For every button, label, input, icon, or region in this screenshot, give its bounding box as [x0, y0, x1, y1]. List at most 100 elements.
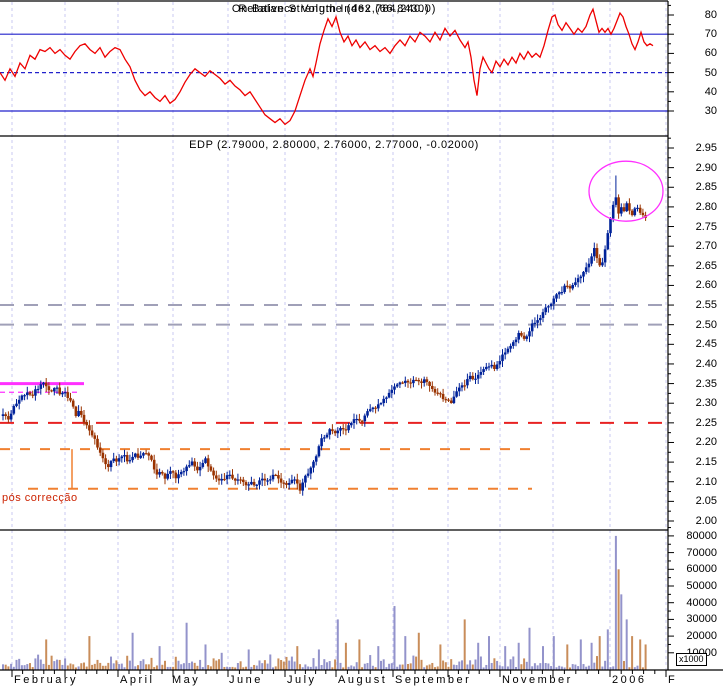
volume-bar[interactable] — [301, 667, 304, 670]
volume-bar[interactable] — [455, 665, 458, 670]
candle[interactable] — [341, 424, 345, 435]
candle[interactable] — [385, 396, 388, 404]
volume-bar[interactable] — [412, 655, 415, 670]
volume-bar[interactable] — [633, 667, 636, 670]
volume-bar[interactable] — [401, 664, 404, 670]
volume-bar[interactable] — [523, 658, 526, 670]
volume-bar[interactable] — [482, 667, 485, 670]
volume-bar[interactable] — [623, 660, 625, 670]
candle[interactable] — [144, 449, 148, 455]
candle[interactable] — [93, 432, 97, 445]
volume-bar[interactable] — [185, 622, 188, 670]
volume-bar[interactable] — [142, 659, 145, 670]
candle[interactable] — [250, 476, 253, 486]
candle[interactable] — [641, 208, 645, 219]
candle[interactable] — [88, 420, 91, 436]
volume-bar[interactable] — [253, 664, 256, 670]
candle[interactable] — [601, 257, 604, 267]
volume-bar[interactable] — [436, 666, 439, 670]
candle[interactable] — [301, 478, 304, 496]
volume-bar[interactable] — [488, 636, 490, 670]
volume-bar[interactable] — [104, 665, 107, 670]
candle[interactable] — [579, 274, 583, 284]
candle[interactable] — [166, 469, 169, 481]
volume-bar[interactable] — [542, 646, 544, 670]
candle[interactable] — [471, 372, 475, 381]
candle[interactable] — [474, 372, 477, 384]
volume-bar[interactable] — [577, 666, 580, 670]
candle[interactable] — [368, 404, 372, 413]
volume-bar[interactable] — [77, 666, 80, 670]
volume-bar[interactable] — [644, 644, 647, 670]
candle[interactable] — [517, 330, 520, 344]
volume-bar[interactable] — [218, 659, 220, 670]
volume-bar[interactable] — [107, 662, 110, 670]
volume-bar[interactable] — [471, 664, 474, 670]
candle[interactable] — [617, 194, 620, 219]
volume-bar[interactable] — [239, 661, 242, 670]
candle[interactable] — [406, 379, 410, 388]
volume-bar[interactable] — [420, 659, 423, 670]
candle[interactable] — [379, 402, 383, 406]
candle[interactable] — [503, 347, 507, 360]
volume-bar[interactable] — [12, 666, 15, 670]
volume-bar[interactable] — [245, 666, 247, 670]
volume-bar[interactable] — [520, 664, 523, 670]
candle[interactable] — [412, 376, 415, 388]
volume-bar[interactable] — [231, 666, 234, 670]
candle[interactable] — [204, 456, 207, 464]
candle[interactable] — [328, 428, 331, 440]
volume-bar[interactable] — [56, 659, 58, 670]
volume-bar[interactable] — [347, 666, 350, 670]
candle[interactable] — [233, 477, 237, 486]
volume-bar[interactable] — [193, 662, 196, 670]
candle[interactable] — [614, 175, 618, 208]
candle[interactable] — [487, 362, 491, 371]
volume-bar[interactable] — [601, 666, 604, 670]
volume-bar[interactable] — [552, 636, 555, 670]
candle[interactable] — [196, 461, 199, 474]
volume-bar[interactable] — [396, 666, 399, 670]
volume-bar[interactable] — [53, 661, 56, 670]
candle[interactable] — [15, 399, 18, 408]
volume-bar[interactable] — [161, 664, 164, 670]
volume-bar[interactable] — [150, 657, 153, 670]
volume-bar[interactable] — [452, 664, 455, 670]
volume-bar[interactable] — [617, 569, 620, 670]
candle[interactable] — [339, 426, 342, 437]
candle[interactable] — [425, 376, 429, 386]
candle[interactable] — [228, 470, 232, 480]
candle[interactable] — [298, 479, 302, 494]
volume-bar[interactable] — [323, 659, 326, 670]
candle[interactable] — [449, 397, 453, 404]
volume-bar[interactable] — [596, 656, 598, 670]
volume-bar[interactable] — [625, 619, 628, 670]
candle[interactable] — [104, 454, 107, 470]
volume-bar[interactable] — [606, 629, 609, 670]
volume-bar[interactable] — [628, 667, 631, 670]
candle[interactable] — [476, 370, 480, 384]
volume-bar[interactable] — [299, 664, 301, 670]
volume-bar[interactable] — [536, 665, 539, 670]
candle[interactable] — [568, 284, 572, 293]
candle[interactable] — [271, 469, 275, 482]
candle[interactable] — [482, 366, 485, 376]
volume-bar[interactable] — [458, 661, 461, 670]
candle[interactable] — [460, 382, 464, 392]
candle[interactable] — [582, 270, 585, 283]
volume-bar[interactable] — [560, 666, 563, 670]
candle[interactable] — [90, 425, 94, 438]
volume-bar[interactable] — [296, 646, 299, 670]
candle[interactable] — [96, 435, 99, 450]
candle[interactable] — [544, 303, 547, 316]
candle[interactable] — [528, 327, 531, 343]
volume-bar[interactable] — [204, 644, 207, 670]
volume-bar[interactable] — [99, 662, 102, 670]
candle[interactable] — [374, 406, 377, 414]
candle[interactable] — [463, 379, 466, 391]
volume-bar[interactable] — [155, 665, 158, 670]
candle[interactable] — [12, 404, 16, 416]
candle[interactable] — [212, 467, 215, 480]
volume-bar[interactable] — [110, 656, 112, 670]
candle[interactable] — [306, 468, 310, 478]
